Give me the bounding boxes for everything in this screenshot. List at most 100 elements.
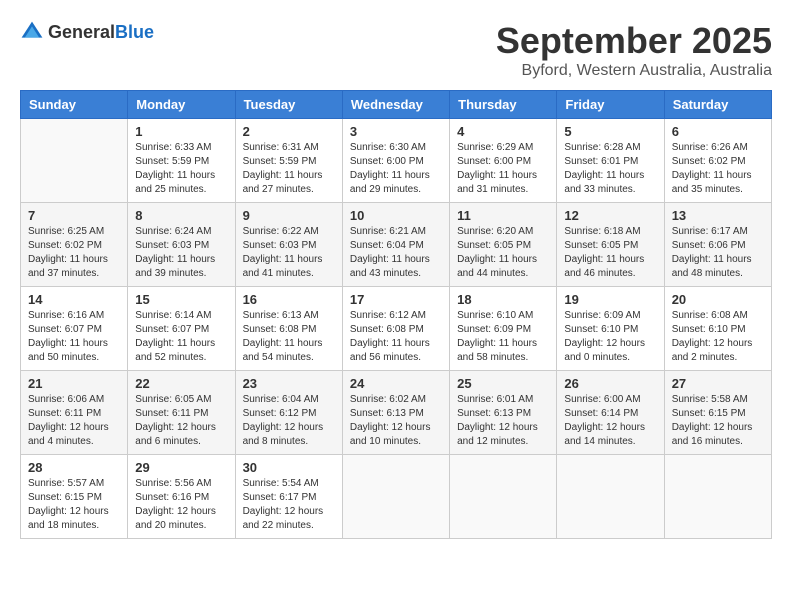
day-number: 19 — [564, 292, 656, 307]
day-number: 25 — [457, 376, 549, 391]
day-info: Sunrise: 6:10 AM Sunset: 6:09 PM Dayligh… — [457, 309, 549, 365]
calendar-cell: 26 Sunrise: 6:00 AM Sunset: 6:14 PM Dayli… — [557, 371, 664, 455]
day-number: 21 — [28, 376, 120, 391]
day-info: Sunrise: 6:16 AM Sunset: 6:07 PM Dayligh… — [28, 309, 120, 365]
calendar-cell: 28 Sunrise: 5:57 AM Sunset: 6:15 PM Dayli… — [21, 455, 128, 539]
day-info: Sunrise: 5:56 AM Sunset: 6:16 PM Dayligh… — [135, 477, 227, 533]
calendar-cell: 29 Sunrise: 5:56 AM Sunset: 6:16 PM Dayli… — [128, 455, 235, 539]
day-info: Sunrise: 5:57 AM Sunset: 6:15 PM Dayligh… — [28, 477, 120, 533]
calendar-cell — [21, 119, 128, 203]
calendar-cell: 18 Sunrise: 6:10 AM Sunset: 6:09 PM Dayli… — [450, 287, 557, 371]
day-info: Sunrise: 6:02 AM Sunset: 6:13 PM Dayligh… — [350, 393, 442, 449]
calendar-cell — [557, 455, 664, 539]
day-number: 26 — [564, 376, 656, 391]
calendar-cell: 23Sunrise: 6:04 AM Sunset: 6:12 PM Dayli… — [235, 371, 342, 455]
calendar-cell: 7 Sunrise: 6:25 AM Sunset: 6:02 PM Daylig… — [21, 203, 128, 287]
day-info: Sunrise: 6:09 AM Sunset: 6:10 PM Dayligh… — [564, 309, 656, 365]
calendar-week-row: 1 Sunrise: 6:33 AM Sunset: 5:59 PM Daylig… — [21, 119, 772, 203]
day-number: 3 — [350, 124, 442, 139]
calendar-header-row: SundayMondayTuesdayWednesdayThursdayFrid… — [21, 91, 772, 119]
day-number: 18 — [457, 292, 549, 307]
day-number: 15 — [135, 292, 227, 307]
calendar-body: 1 Sunrise: 6:33 AM Sunset: 5:59 PM Daylig… — [21, 119, 772, 539]
calendar-cell: 5Sunrise: 6:28 AM Sunset: 6:01 PM Daylig… — [557, 119, 664, 203]
day-info: Sunrise: 6:21 AM Sunset: 6:04 PM Dayligh… — [350, 225, 442, 281]
calendar-cell: 10 Sunrise: 6:21 AM Sunset: 6:04 PM Dayli… — [342, 203, 449, 287]
day-info: Sunrise: 6:01 AM Sunset: 6:13 PM Dayligh… — [457, 393, 549, 449]
calendar-week-row: 14 Sunrise: 6:16 AM Sunset: 6:07 PM Dayli… — [21, 287, 772, 371]
day-info: Sunrise: 5:58 AM Sunset: 6:15 PM Dayligh… — [672, 393, 764, 449]
calendar-cell: 17 Sunrise: 6:12 AM Sunset: 6:08 PM Dayli… — [342, 287, 449, 371]
calendar-week-row: 21 Sunrise: 6:06 AM Sunset: 6:11 PM Dayli… — [21, 371, 772, 455]
day-number: 4 — [457, 124, 549, 139]
column-header-wednesday: Wednesday — [342, 91, 449, 119]
calendar-cell: 6 Sunrise: 6:26 AM Sunset: 6:02 PM Daylig… — [664, 119, 771, 203]
day-number: 14 — [28, 292, 120, 307]
location-title: Byford, Western Australia, Australia — [496, 62, 772, 80]
day-number: 1 — [135, 124, 227, 139]
day-info: Sunrise: 6:28 AM Sunset: 6:01 PM Dayligh… — [564, 141, 656, 197]
month-title: September 2025 — [496, 20, 772, 62]
day-info: Sunrise: 6:20 AM Sunset: 6:05 PM Dayligh… — [457, 225, 549, 281]
day-number: 10 — [350, 208, 442, 223]
calendar-cell: 19 Sunrise: 6:09 AM Sunset: 6:10 PM Dayli… — [557, 287, 664, 371]
day-number: 16 — [243, 292, 335, 307]
calendar-cell: 9 Sunrise: 6:22 AM Sunset: 6:03 PM Daylig… — [235, 203, 342, 287]
day-info: Sunrise: 6:14 AM Sunset: 6:07 PM Dayligh… — [135, 309, 227, 365]
calendar-cell: 16 Sunrise: 6:13 AM Sunset: 6:08 PM Dayli… — [235, 287, 342, 371]
column-header-friday: Friday — [557, 91, 664, 119]
day-info: Sunrise: 6:24 AM Sunset: 6:03 PM Dayligh… — [135, 225, 227, 281]
column-header-sunday: Sunday — [21, 91, 128, 119]
calendar-cell — [450, 455, 557, 539]
day-number: 30 — [243, 460, 335, 475]
day-number: 17 — [350, 292, 442, 307]
day-number: 27 — [672, 376, 764, 391]
column-header-saturday: Saturday — [664, 91, 771, 119]
calendar-cell: 11 Sunrise: 6:20 AM Sunset: 6:05 PM Dayli… — [450, 203, 557, 287]
day-number: 9 — [243, 208, 335, 223]
day-info: Sunrise: 6:31 AM Sunset: 5:59 PM Dayligh… — [243, 141, 335, 197]
logo-text-blue: Blue — [115, 22, 154, 42]
calendar-cell: 13 Sunrise: 6:17 AM Sunset: 6:06 PM Dayli… — [664, 203, 771, 287]
day-number: 11 — [457, 208, 549, 223]
day-number: 24 — [350, 376, 442, 391]
day-info: Sunrise: 6:13 AM Sunset: 6:08 PM Dayligh… — [243, 309, 335, 365]
calendar-cell: 15 Sunrise: 6:14 AM Sunset: 6:07 PM Dayli… — [128, 287, 235, 371]
calendar-week-row: 7 Sunrise: 6:25 AM Sunset: 6:02 PM Daylig… — [21, 203, 772, 287]
day-info: Sunrise: 6:29 AM Sunset: 6:00 PM Dayligh… — [457, 141, 549, 197]
day-info: Sunrise: 6:33 AM Sunset: 5:59 PM Dayligh… — [135, 141, 227, 197]
calendar-cell: 21 Sunrise: 6:06 AM Sunset: 6:11 PM Dayli… — [21, 371, 128, 455]
calendar-cell: 8 Sunrise: 6:24 AM Sunset: 6:03 PM Daylig… — [128, 203, 235, 287]
calendar-cell — [342, 455, 449, 539]
calendar-cell — [664, 455, 771, 539]
calendar-cell: 2Sunrise: 6:31 AM Sunset: 5:59 PM Daylig… — [235, 119, 342, 203]
calendar-cell: 3 Sunrise: 6:30 AM Sunset: 6:00 PM Daylig… — [342, 119, 449, 203]
day-info: Sunrise: 6:25 AM Sunset: 6:02 PM Dayligh… — [28, 225, 120, 281]
day-number: 23 — [243, 376, 335, 391]
calendar-cell: 12Sunrise: 6:18 AM Sunset: 6:05 PM Dayli… — [557, 203, 664, 287]
day-info: Sunrise: 6:12 AM Sunset: 6:08 PM Dayligh… — [350, 309, 442, 365]
day-number: 13 — [672, 208, 764, 223]
day-number: 28 — [28, 460, 120, 475]
column-header-monday: Monday — [128, 91, 235, 119]
calendar-week-row: 28 Sunrise: 5:57 AM Sunset: 6:15 PM Dayli… — [21, 455, 772, 539]
day-info: Sunrise: 6:30 AM Sunset: 6:00 PM Dayligh… — [350, 141, 442, 197]
day-number: 6 — [672, 124, 764, 139]
day-info: Sunrise: 6:17 AM Sunset: 6:06 PM Dayligh… — [672, 225, 764, 281]
day-info: Sunrise: 6:18 AM Sunset: 6:05 PM Dayligh… — [564, 225, 656, 281]
column-header-thursday: Thursday — [450, 91, 557, 119]
calendar-table: SundayMondayTuesdayWednesdayThursdayFrid… — [20, 90, 772, 539]
day-number: 20 — [672, 292, 764, 307]
day-info: Sunrise: 6:22 AM Sunset: 6:03 PM Dayligh… — [243, 225, 335, 281]
day-info: Sunrise: 6:26 AM Sunset: 6:02 PM Dayligh… — [672, 141, 764, 197]
day-number: 7 — [28, 208, 120, 223]
day-info: Sunrise: 5:54 AM Sunset: 6:17 PM Dayligh… — [243, 477, 335, 533]
calendar-cell: 20Sunrise: 6:08 AM Sunset: 6:10 PM Dayli… — [664, 287, 771, 371]
day-info: Sunrise: 6:00 AM Sunset: 6:14 PM Dayligh… — [564, 393, 656, 449]
page-header: GeneralBlue September 2025 Byford, Weste… — [20, 20, 772, 80]
day-info: Sunrise: 6:06 AM Sunset: 6:11 PM Dayligh… — [28, 393, 120, 449]
day-number: 29 — [135, 460, 227, 475]
calendar-cell: 24 Sunrise: 6:02 AM Sunset: 6:13 PM Dayli… — [342, 371, 449, 455]
day-number: 8 — [135, 208, 227, 223]
logo-icon — [20, 20, 44, 44]
